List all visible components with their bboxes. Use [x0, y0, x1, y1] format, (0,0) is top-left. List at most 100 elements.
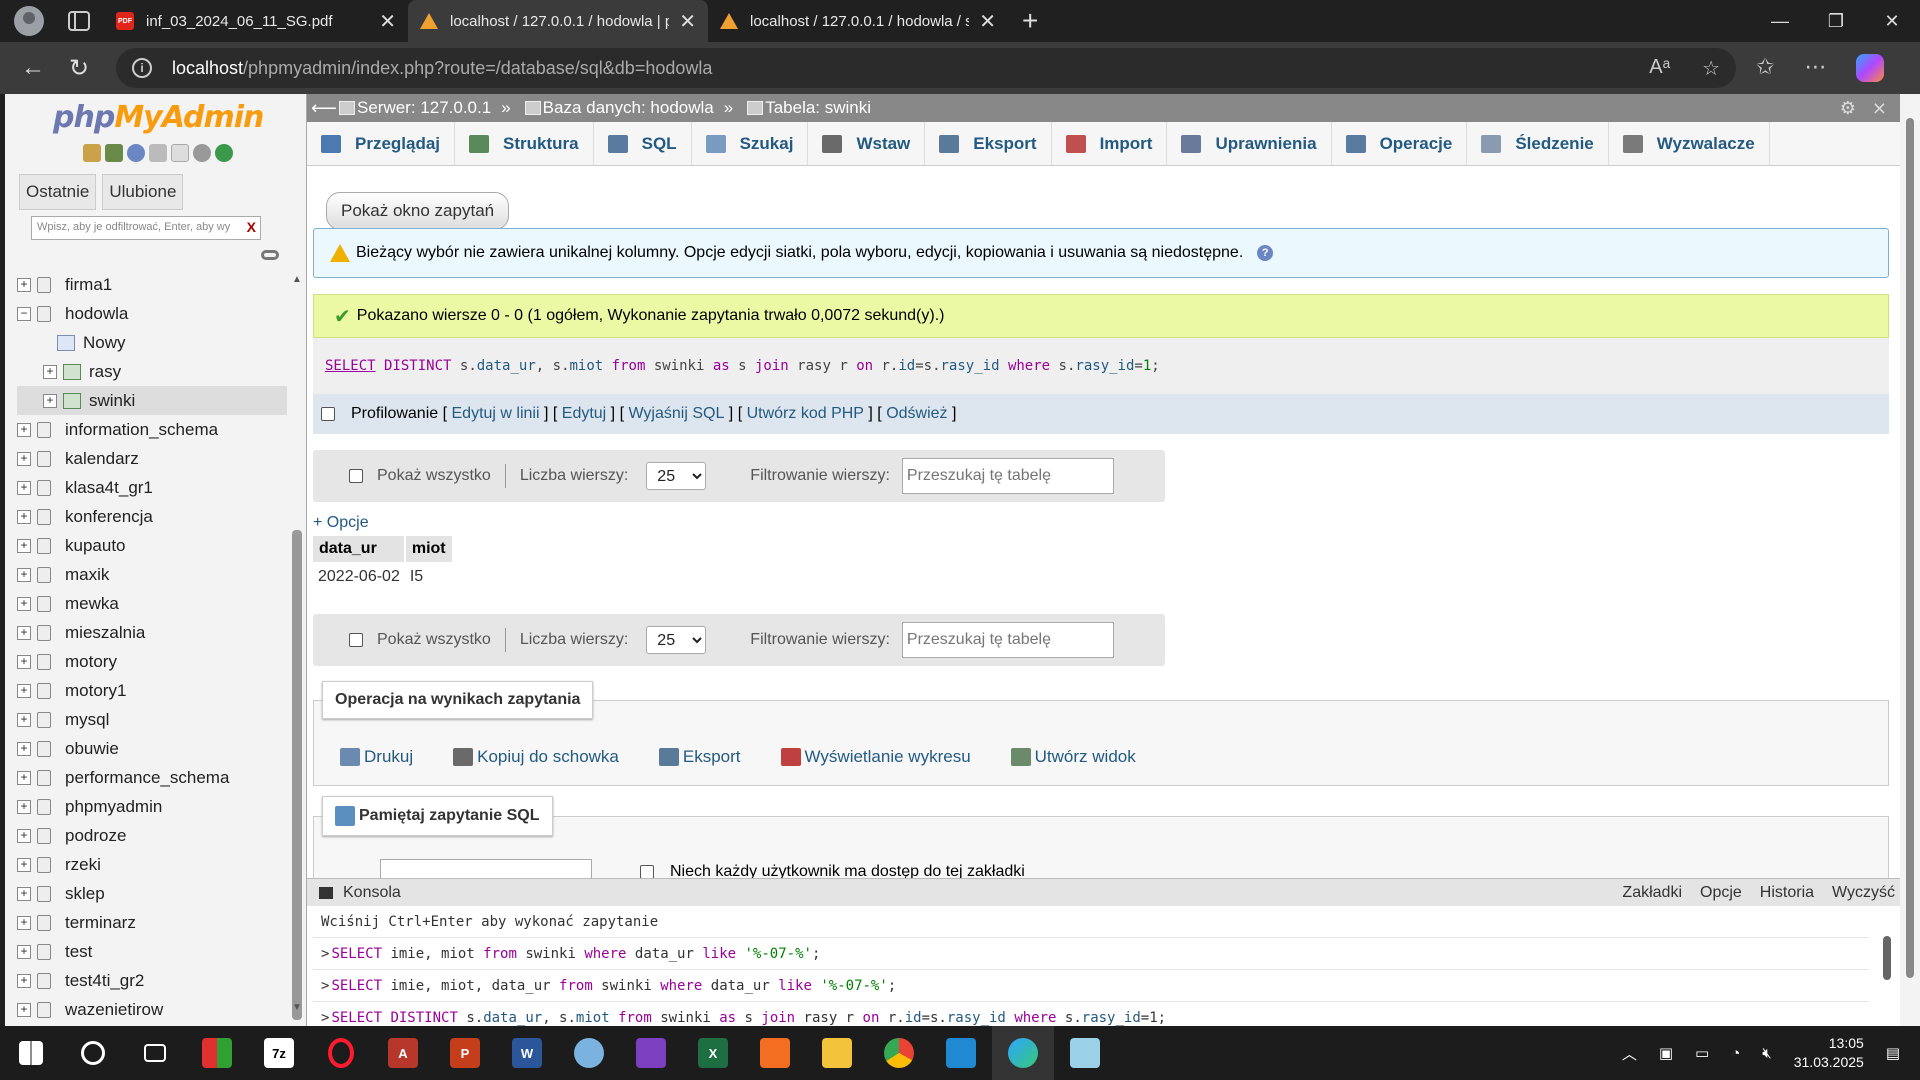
taskbar-app[interactable]	[868, 1026, 930, 1080]
settings-gear-icon[interactable]: ⚙	[1840, 98, 1856, 119]
sidebar-db-item[interactable]: + performance_schema	[17, 763, 287, 792]
wifi-icon[interactable]: ◔	[1731, 1045, 1740, 1062]
expand-icon[interactable]: +	[17, 422, 31, 437]
sidebar-db-item[interactable]: + mysql	[17, 705, 287, 734]
help-icon[interactable]	[127, 144, 145, 162]
back-icon[interactable]: ←	[10, 54, 56, 82]
page-scrollbar[interactable]	[1900, 94, 1920, 1026]
taskbar-app[interactable]	[930, 1026, 992, 1080]
sidebar-table-item[interactable]: + rasy	[17, 357, 287, 386]
expand-icon[interactable]: +	[17, 741, 31, 756]
taskbar-app[interactable]: W	[496, 1026, 558, 1080]
taskbar-app[interactable]	[1054, 1026, 1116, 1080]
sidebar-db-item[interactable]: + rzeki	[17, 850, 287, 879]
reload-icon[interactable]: ↻	[56, 54, 102, 83]
taskbar-app[interactable]	[806, 1026, 868, 1080]
minimize-icon[interactable]: —	[1752, 11, 1808, 32]
operation-link[interactable]: Eksport	[658, 747, 741, 767]
sidebar-db-item[interactable]: + firma1	[17, 270, 287, 299]
expand-icon[interactable]: +	[17, 451, 31, 466]
sidebar-db-item[interactable]: + konferencja	[17, 502, 287, 531]
chevron-up-icon[interactable]: ︿	[1622, 1043, 1637, 1064]
favorites-tab[interactable]: Ulubione	[102, 174, 184, 210]
operation-link[interactable]: Kopiuj do schowka	[453, 747, 619, 767]
help-icon[interactable]: ?	[1257, 245, 1274, 261]
cell-data-ur[interactable]: 2022-06-02	[313, 562, 405, 590]
start-button[interactable]	[0, 1026, 62, 1080]
sidebar-db-item[interactable]: + podroze	[17, 821, 287, 850]
volume-muted-icon[interactable]: 🔇︎	[1762, 1045, 1771, 1062]
taskbar-app[interactable]: 7z	[248, 1026, 310, 1080]
scrollbar-thumb[interactable]	[292, 530, 302, 1020]
column-header-miot[interactable]: miot	[404, 536, 454, 562]
menu-tab[interactable]: Śledzenie	[1467, 122, 1609, 165]
sidebar-db-item[interactable]: + kupauto	[17, 531, 287, 560]
expand-icon[interactable]: +	[17, 538, 31, 553]
logout-icon[interactable]	[105, 144, 123, 162]
expand-icon[interactable]: +	[43, 393, 57, 408]
console-history[interactable]: Historia	[1760, 884, 1814, 902]
sidebar-db-item[interactable]: + sklep	[17, 879, 287, 908]
expand-icon[interactable]: +	[17, 683, 31, 698]
close-icon[interactable]: ✕	[369, 9, 396, 34]
taskbar-app-active[interactable]	[992, 1026, 1054, 1080]
expand-icon[interactable]: +	[17, 915, 31, 930]
home-icon[interactable]	[83, 144, 101, 162]
browser-tab[interactable]: localhost / 127.0.0.1 / hodowla / s ✕	[708, 0, 1008, 42]
menu-tab[interactable]: Import	[1052, 122, 1168, 165]
menu-tab[interactable]: Przeglądaj	[307, 122, 456, 165]
breadcrumb-server[interactable]: Serwer: 127.0.0.1	[357, 98, 491, 118]
row-count-select[interactable]: 25	[646, 462, 707, 490]
restore-icon[interactable]: ❐	[1808, 11, 1864, 32]
shared-bookmark-checkbox[interactable]	[640, 865, 654, 879]
taskbar-app[interactable]	[744, 1026, 806, 1080]
show-all-checkbox[interactable]	[349, 469, 363, 483]
sidebar-db-item[interactable]: − hodowla	[17, 299, 287, 328]
operation-link[interactable]: Wyświetlanie wykresu	[780, 747, 971, 767]
menu-tab[interactable]: SQL	[594, 122, 692, 165]
taskbar-app[interactable]	[310, 1026, 372, 1080]
sidebar-db-item[interactable]: + terminarz	[17, 908, 287, 937]
console-body[interactable]: Wciśnij Ctrl+Enter aby wykonać zapytanie…	[307, 906, 1903, 1026]
sidebar-db-item[interactable]: + motory	[17, 647, 287, 676]
profile-avatar[interactable]	[14, 6, 44, 36]
console-options[interactable]: Opcje	[1700, 884, 1742, 902]
menu-tab[interactable]: Operacje	[1332, 122, 1468, 165]
url-input[interactable]: i localhost/phpmyadmin/index.php?route=/…	[116, 48, 1736, 88]
sidebar-table-item[interactable]: + swinki	[17, 386, 287, 415]
db-filter-input[interactable]: Wpisz, aby je odfiltrować, Enter, aby wy…	[31, 216, 261, 240]
expand-icon[interactable]: +	[17, 625, 31, 640]
menu-tab[interactable]: Szukaj	[692, 122, 809, 165]
expand-icon[interactable]: +	[17, 770, 31, 785]
taskbar-app[interactable]	[186, 1026, 248, 1080]
favorite-star-icon[interactable]: ☆	[1702, 56, 1720, 81]
copy-icon[interactable]	[171, 144, 189, 162]
refresh-link[interactable]: Odśwież	[886, 405, 947, 423]
expand-icon[interactable]: +	[43, 364, 57, 379]
expand-icon[interactable]: +	[17, 944, 31, 959]
taskbar-app[interactable]: X	[682, 1026, 744, 1080]
console-scrollbar[interactable]	[1881, 918, 1893, 1018]
battery-icon[interactable]: ▭	[1695, 1044, 1709, 1062]
menu-tab[interactable]: Wyzwalacze	[1609, 122, 1770, 165]
sidebar-db-item[interactable]: + test	[17, 937, 287, 966]
expand-icon[interactable]: +	[17, 567, 31, 582]
menu-tab[interactable]: Wstaw	[808, 122, 926, 165]
filter-rows-input[interactable]	[901, 458, 1114, 494]
expand-icon[interactable]: +	[17, 480, 31, 495]
expand-icon[interactable]: +	[17, 277, 31, 292]
expand-icon[interactable]: +	[17, 857, 31, 872]
edit-inline-link[interactable]: Edytuj w linii	[452, 405, 540, 423]
menu-tab[interactable]: Eksport	[925, 122, 1052, 165]
console-history-entry[interactable]: > SELECT imie, miot from swinki where dat…	[313, 938, 1869, 970]
close-window-icon[interactable]: ✕	[1864, 11, 1920, 32]
sidebar-db-item[interactable]: + obuwie	[17, 734, 287, 763]
expand-icon[interactable]: +	[17, 973, 31, 988]
options-link[interactable]: + Opcje	[313, 514, 369, 532]
browser-tab-pdf[interactable]: PDF inf_03_2024_06_11_SG.pdf ✕	[104, 0, 408, 42]
sidebar-new-table[interactable]: Nowy	[17, 328, 287, 357]
expand-icon[interactable]: +	[17, 509, 31, 524]
profiling-checkbox[interactable]	[321, 407, 335, 421]
expand-icon[interactable]: +	[17, 799, 31, 814]
console-history-entry[interactable]: > SELECT imie, miot, data_ur from swinki …	[313, 970, 1869, 1002]
